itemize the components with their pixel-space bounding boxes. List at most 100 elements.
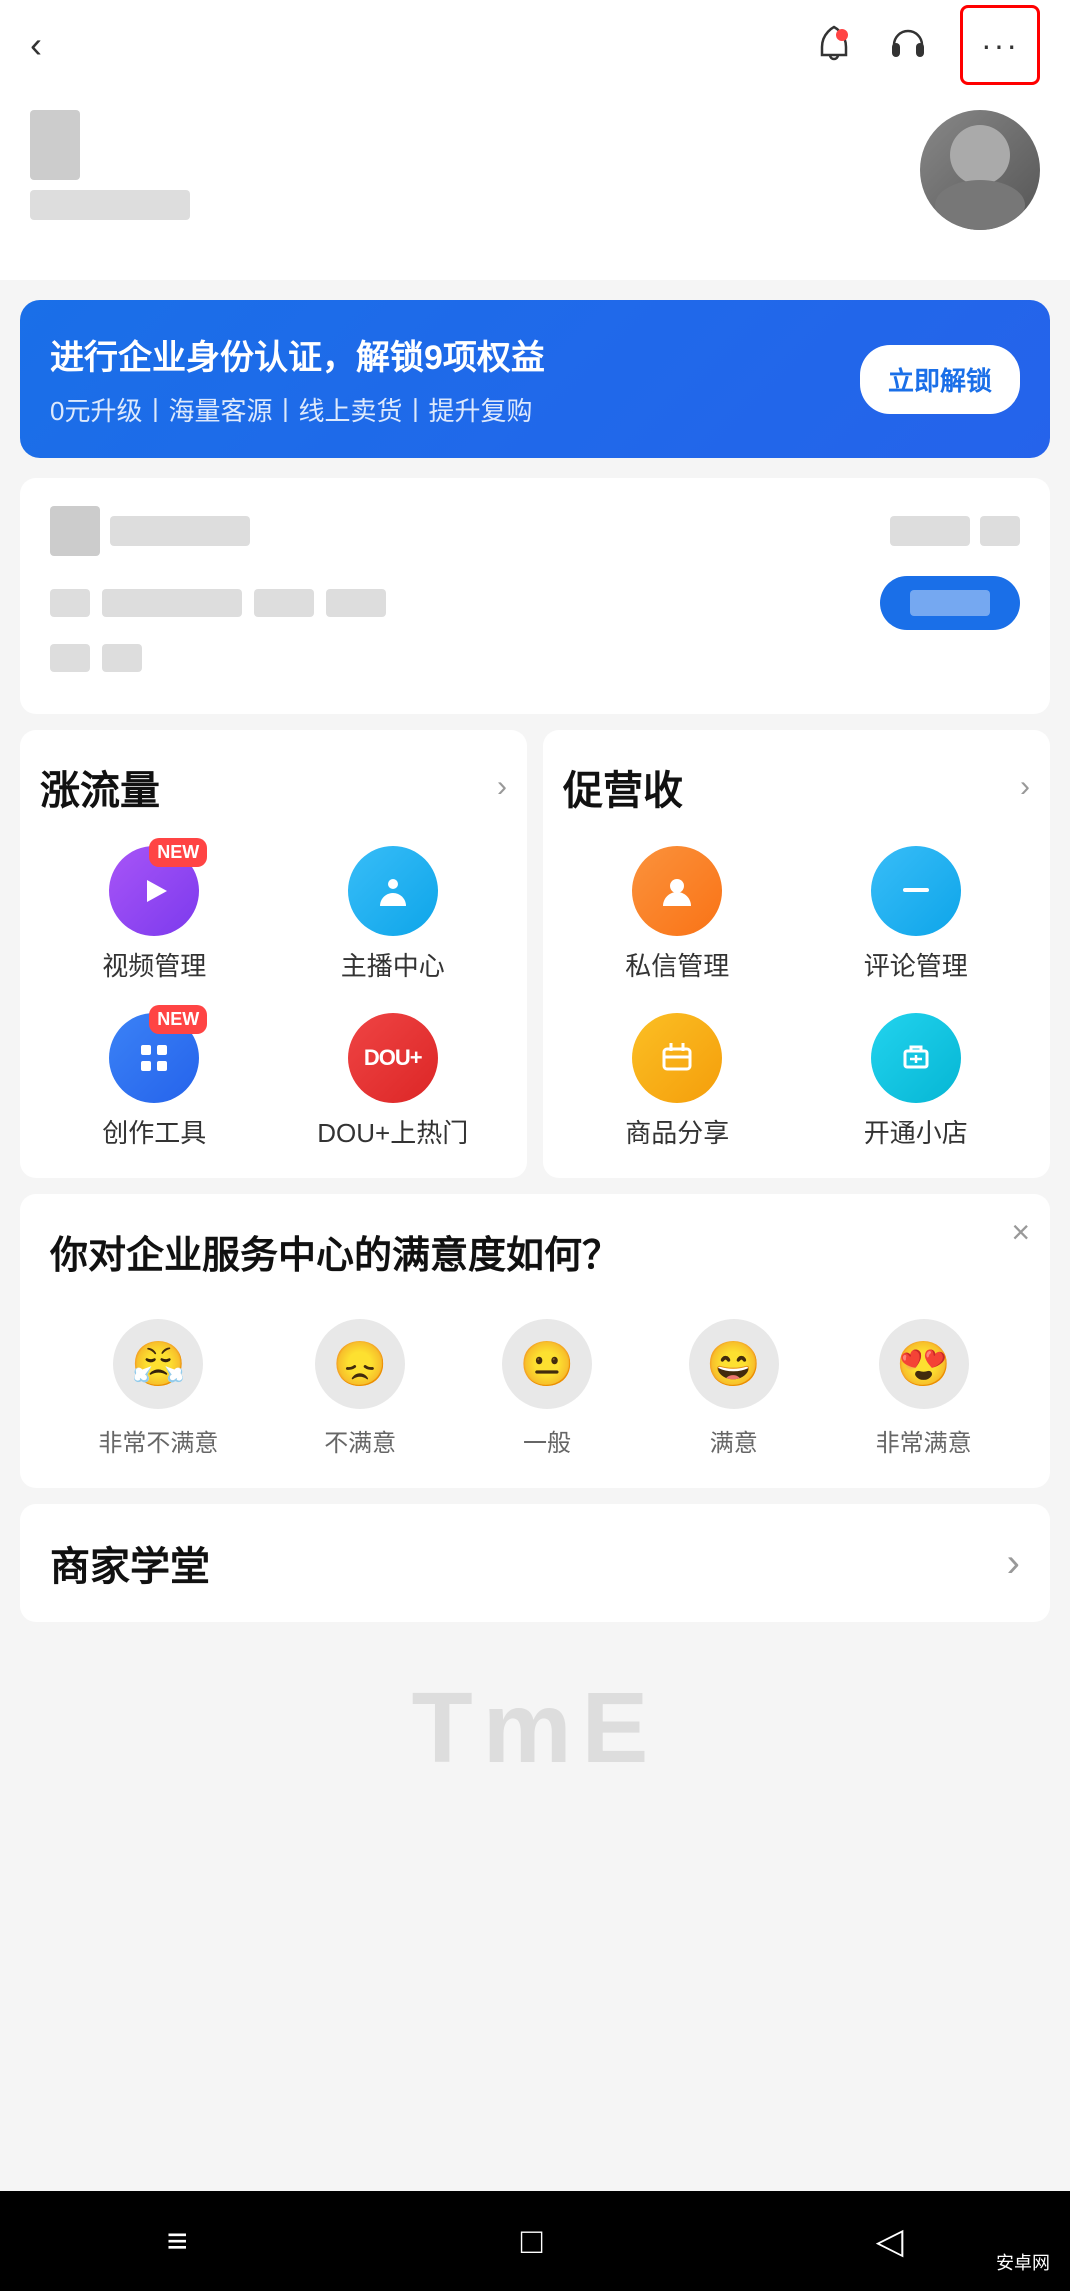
revenue-icons-grid: 私信管理 评论管理 [563, 846, 1030, 1150]
watermark: 安卓网 [986, 2243, 1060, 2281]
comment-management-icon [871, 846, 961, 936]
create-new-badge: NEW [149, 1005, 207, 1034]
traffic-icons-grid: NEW 视频管理 主播中心 [40, 846, 507, 1150]
emoji-bad: 😞 [315, 1319, 405, 1409]
survey-title: 你对企业服务中心的满意度如何？ [50, 1224, 1020, 1279]
traffic-more-icon[interactable]: › [497, 770, 507, 804]
emoji-very-bad: 😤 [113, 1319, 203, 1409]
stats-row-1 [50, 576, 1020, 630]
notification-icon[interactable] [812, 23, 856, 67]
bottom-back-icon[interactable]: ◁ [876, 2220, 904, 2262]
product-share-icon [632, 1013, 722, 1103]
feature-header-revenue: 促营收 › [563, 758, 1030, 816]
feature-title-revenue: 促营收 [563, 758, 683, 816]
dou-label: DOU+上热门 [317, 1113, 468, 1150]
profile-icon-placeholder [30, 110, 80, 180]
nav-right-icons: ··· [812, 5, 1040, 85]
anchor-icon-wrap [348, 846, 438, 936]
stats-label-query [50, 589, 90, 617]
promo-title: 进行企业身份认证，解锁9项权益 [50, 330, 545, 379]
stats-right-badges [890, 516, 1020, 546]
survey-close-button[interactable]: × [1011, 1214, 1030, 1251]
label-bad: 不满意 [324, 1423, 396, 1458]
dm-icon-wrap [632, 846, 722, 936]
survey-option-bad[interactable]: 😞 不满意 [315, 1319, 405, 1458]
feature-item-dou[interactable]: DOU+ DOU+上热门 [279, 1013, 508, 1150]
profile-name-placeholder [30, 190, 190, 220]
anchor-center-icon [348, 846, 438, 936]
promo-banner: 进行企业身份认证，解锁9项权益 0元升级丨海量客源丨线上卖货丨提升复购 立即解锁 [20, 300, 1050, 458]
tme-section: TmE [20, 1638, 1050, 1818]
dm-label: 私信管理 [625, 946, 729, 983]
emoji-normal: 😐 [502, 1319, 592, 1409]
promo-unlock-button[interactable]: 立即解锁 [860, 345, 1020, 414]
academy-header: 商家学堂 › [50, 1534, 1020, 1592]
survey-section: × 你对企业服务中心的满意度如何？ 😤 非常不满意 😞 不满意 😐 一般 😄 满… [20, 1194, 1050, 1488]
shop-label: 开通小店 [864, 1113, 968, 1150]
feature-item-create[interactable]: NEW 创作工具 [40, 1013, 269, 1150]
feature-header-traffic: 涨流量 › [40, 758, 507, 816]
shop-icon-wrap [871, 1013, 961, 1103]
dm-management-icon [632, 846, 722, 936]
video-icon-wrap: NEW [109, 846, 199, 936]
survey-option-very-good[interactable]: 😍 非常满意 [876, 1319, 972, 1458]
label-very-good: 非常满意 [876, 1423, 972, 1458]
profile-section [0, 90, 1070, 280]
headset-icon[interactable] [886, 23, 930, 67]
features-row: 涨流量 › NEW 视频管理 [20, 730, 1050, 1178]
emoji-very-good: 😍 [879, 1319, 969, 1409]
promo-text: 进行企业身份认证，解锁9项权益 0元升级丨海量客源丨线上卖货丨提升复购 [50, 330, 545, 428]
bottom-home-icon[interactable]: □ [521, 2220, 543, 2262]
bottom-navigation: ≡ □ ◁ [0, 2191, 1070, 2291]
stats-value-1 [102, 589, 242, 617]
feature-item-shop[interactable]: 开通小店 [802, 1013, 1031, 1150]
stats-badge-1 [890, 516, 970, 546]
create-icon-wrap: NEW [109, 1013, 199, 1103]
stats-value-2 [254, 589, 314, 617]
comment-icon-wrap [871, 846, 961, 936]
feature-item-dm[interactable]: 私信管理 [563, 846, 792, 983]
survey-option-very-bad[interactable]: 😤 非常不满意 [98, 1319, 218, 1458]
feature-title-traffic: 涨流量 [40, 758, 160, 816]
revenue-more-icon[interactable]: › [1020, 770, 1030, 804]
comment-label: 评论管理 [864, 946, 968, 983]
open-shop-icon [871, 1013, 961, 1103]
survey-option-normal[interactable]: 😐 一般 [502, 1319, 592, 1458]
stats-icon [50, 506, 100, 556]
survey-options: 😤 非常不满意 😞 不满意 😐 一般 😄 满意 😍 非常满意 [50, 1319, 1020, 1458]
video-label: 视频管理 [102, 946, 206, 983]
stats-row-2 [50, 644, 1020, 672]
feature-item-video[interactable]: NEW 视频管理 [40, 846, 269, 983]
feature-card-traffic: 涨流量 › NEW 视频管理 [20, 730, 527, 1178]
feature-card-revenue: 促营收 › 私信管理 [543, 730, 1050, 1178]
stats-action-button[interactable] [880, 576, 1020, 630]
label-normal: 一般 [523, 1423, 571, 1458]
feature-item-comment[interactable]: 评论管理 [802, 846, 1031, 983]
video-new-badge: NEW [149, 838, 207, 867]
academy-more-icon[interactable]: › [1007, 1541, 1020, 1586]
dou-icon-wrap: DOU+ [348, 1013, 438, 1103]
back-button[interactable]: ‹ [30, 24, 42, 66]
feature-item-anchor[interactable]: 主播中心 [279, 846, 508, 983]
more-button[interactable]: ··· [960, 5, 1040, 85]
share-label: 商品分享 [625, 1113, 729, 1150]
label-very-bad: 非常不满意 [98, 1423, 218, 1458]
stats-title-placeholder [110, 516, 250, 546]
academy-section: 商家学堂 › [20, 1504, 1050, 1622]
survey-option-good[interactable]: 😄 满意 [689, 1319, 779, 1458]
dou-hot-icon: DOU+ [348, 1013, 438, 1103]
anchor-label: 主播中心 [341, 946, 445, 983]
label-good: 满意 [710, 1423, 758, 1458]
tme-text: TmE [412, 1671, 659, 1786]
stats-label-expand [50, 644, 90, 672]
stats-value-4 [102, 644, 142, 672]
avatar [920, 110, 1040, 230]
stats-value-3 [326, 589, 386, 617]
promo-subtitle: 0元升级丨海量客源丨线上卖货丨提升复购 [50, 391, 545, 428]
share-icon-wrap [632, 1013, 722, 1103]
bottom-menu-icon[interactable]: ≡ [167, 2220, 188, 2262]
create-label: 创作工具 [102, 1113, 206, 1150]
feature-item-share[interactable]: 商品分享 [563, 1013, 792, 1150]
stats-badge-2 [980, 516, 1020, 546]
stats-card [20, 478, 1050, 714]
